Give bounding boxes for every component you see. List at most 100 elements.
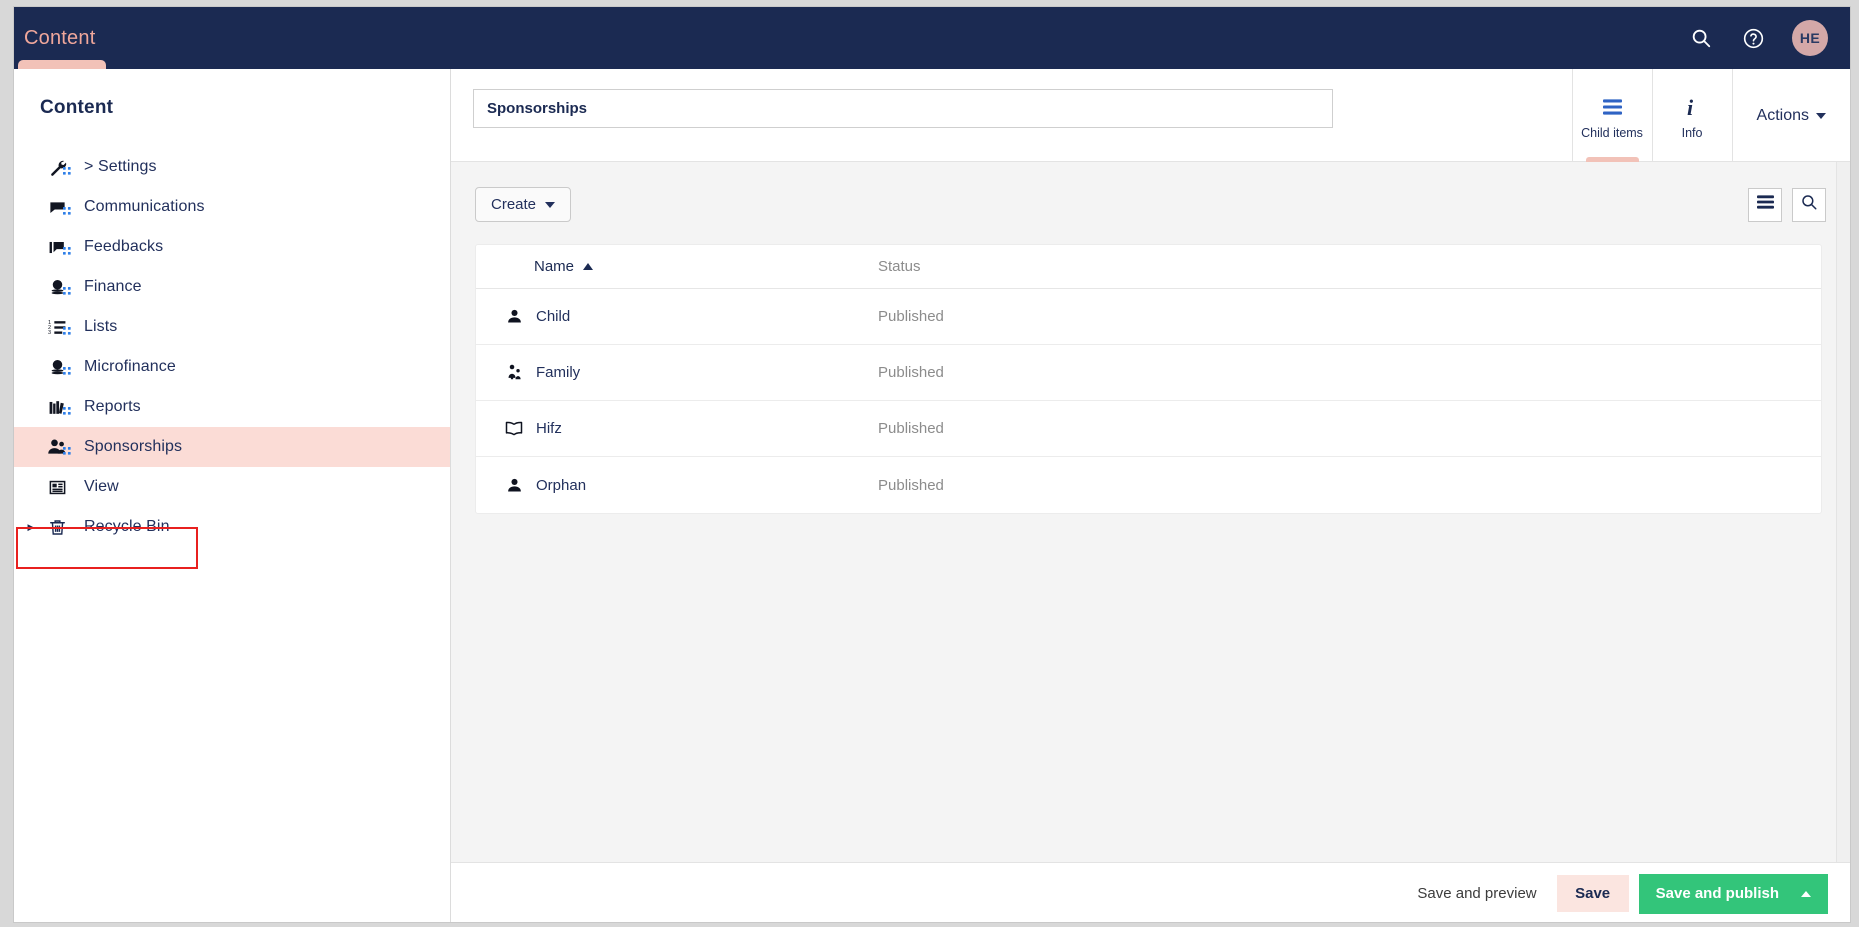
person-icon <box>494 308 534 325</box>
people-icon <box>40 437 74 457</box>
table-row[interactable]: Orphan Published <box>476 457 1821 513</box>
badge-dots-icon <box>63 326 71 335</box>
wrench-icon <box>40 158 74 177</box>
row-name-link[interactable]: Orphan <box>536 477 586 494</box>
sidebar-item-feedbacks[interactable]: Feedbacks <box>14 227 450 267</box>
svg-text:3: 3 <box>48 330 51 336</box>
sidebar-item-finance[interactable]: Finance <box>14 267 450 307</box>
sidebar-item-sponsorships[interactable]: Sponsorships <box>14 427 450 467</box>
sidebar-item-label: Reports <box>84 398 141 415</box>
list-layout-icon <box>1756 195 1774 214</box>
app-section-title: Content <box>24 26 96 49</box>
sidebar-item-label: Sponsorships <box>84 438 183 455</box>
table-cell-status: Published <box>878 308 944 325</box>
content-title-input[interactable]: Sponsorships <box>473 89 1333 128</box>
chevron-down-icon <box>1816 112 1826 119</box>
body-split: Content > Settings Communications Feedba… <box>14 69 1850 922</box>
top-navigation-bar: Content HE <box>14 7 1850 69</box>
sidebar-item-view[interactable]: View <box>14 467 450 507</box>
column-header-status[interactable]: Status <box>878 258 921 275</box>
speech-bubble-icon <box>40 198 74 217</box>
active-section-indicator <box>18 60 106 69</box>
vertical-scrollbar[interactable] <box>1836 162 1850 862</box>
table-cell-name: Child <box>476 308 878 325</box>
sidebar-item-label: Feedbacks <box>84 238 164 255</box>
open-book-icon <box>494 420 534 437</box>
table-cell-name: Orphan <box>476 477 878 494</box>
tab-label: Info <box>1681 125 1703 140</box>
stacked-lines-icon <box>1602 96 1622 118</box>
search-icon[interactable] <box>1688 25 1714 51</box>
article-icon <box>40 478 74 497</box>
badge-dots-icon <box>63 366 71 375</box>
info-italic-icon: i <box>1685 96 1699 118</box>
tab-info[interactable]: i Info <box>1651 69 1732 162</box>
row-name-link[interactable]: Child <box>536 308 570 325</box>
tab-child-items[interactable]: Child items <box>1571 69 1652 162</box>
actions-label: Actions <box>1756 106 1809 124</box>
column-header-label: Name <box>534 258 575 275</box>
sidebar-item-label: View <box>84 478 119 495</box>
child-items-table: Name Status Child Published Family Publi… <box>475 244 1822 514</box>
toolbar-right-actions <box>1748 187 1826 222</box>
coins-dollar-icon <box>40 278 74 297</box>
chevron-up-icon[interactable] <box>1801 890 1811 897</box>
table-cell-name: Hifz <box>476 420 878 437</box>
sidebar-item-lists[interactable]: 1 2 3 Lists <box>14 307 450 347</box>
table-header-row: Name Status <box>476 245 1821 289</box>
sidebar-heading: Content <box>40 97 114 118</box>
table-cell-name: Family <box>476 364 878 381</box>
search-icon <box>1800 193 1818 216</box>
table-row[interactable]: Child Published <box>476 289 1821 345</box>
table-row[interactable]: Family Published <box>476 345 1821 401</box>
list-layout-button[interactable] <box>1748 187 1782 222</box>
row-name-link[interactable]: Family <box>536 364 580 381</box>
main-body: Create Name Status Child Published Famil… <box>451 162 1850 862</box>
table-cell-status: Published <box>878 476 944 494</box>
application-window: Content HE Content > Settings Communicat… <box>13 6 1851 923</box>
table-cell-status: Published <box>878 364 944 381</box>
badge-dots-icon <box>63 286 71 295</box>
create-button[interactable]: Create <box>475 187 572 222</box>
badge-dots-icon <box>63 166 71 175</box>
tab-label: Child items <box>1581 125 1643 140</box>
chevron-right-icon[interactable]: ▶ <box>22 522 40 533</box>
badge-dots-icon <box>63 246 71 255</box>
table-row[interactable]: Hifz Published <box>476 401 1821 457</box>
content-toolbar: Create <box>475 187 1826 222</box>
actions-dropdown-button[interactable]: Actions <box>1731 69 1850 162</box>
sort-ascending-icon <box>583 263 594 270</box>
sidebar-item-label: Lists <box>84 318 118 335</box>
table-cell-status: Published <box>878 420 944 437</box>
avatar[interactable]: HE <box>1792 20 1828 56</box>
svg-text:i: i <box>1687 96 1694 118</box>
save-and-preview-button[interactable]: Save and preview <box>1397 885 1556 902</box>
person-icon <box>494 477 534 494</box>
save-and-publish-label: Save and publish <box>1655 885 1779 902</box>
content-tree: > Settings Communications Feedbacks Fina… <box>14 147 450 547</box>
main-header: Sponsorships Child items i Info Actions <box>451 69 1850 162</box>
numbered-list-icon: 1 2 3 <box>40 318 74 337</box>
sidebar-item-reports[interactable]: Reports <box>14 387 450 427</box>
sidebar-item-label: Microfinance <box>84 358 176 375</box>
sidebar-item-label: Recycle Bin <box>84 518 170 535</box>
row-name-link[interactable]: Hifz <box>536 420 562 437</box>
family-icon <box>494 364 534 381</box>
table-search-button[interactable] <box>1792 187 1826 222</box>
coin-one-icon <box>40 358 74 377</box>
sidebar-item-settings[interactable]: > Settings <box>14 147 450 187</box>
save-button[interactable]: Save <box>1556 875 1629 912</box>
sidebar-item-microfinance[interactable]: Microfinance <box>14 347 450 387</box>
save-and-publish-button[interactable]: Save and publish <box>1638 873 1828 914</box>
sidebar-item-recycle-bin[interactable]: ▶ Recycle Bin <box>14 507 450 547</box>
help-circle-icon[interactable] <box>1740 25 1766 51</box>
create-label: Create <box>491 196 537 213</box>
sidebar: Content > Settings Communications Feedba… <box>14 69 451 922</box>
column-header-name[interactable]: Name <box>476 258 878 275</box>
sidebar-item-communications[interactable]: Communications <box>14 187 450 227</box>
feedback-icon <box>40 238 74 257</box>
footer-action-bar: Save and preview Save Save and publish <box>451 862 1850 922</box>
top-navigation-actions: HE <box>1688 20 1850 56</box>
sidebar-item-label: > Settings <box>84 158 157 175</box>
sidebar-item-label: Communications <box>84 198 205 215</box>
